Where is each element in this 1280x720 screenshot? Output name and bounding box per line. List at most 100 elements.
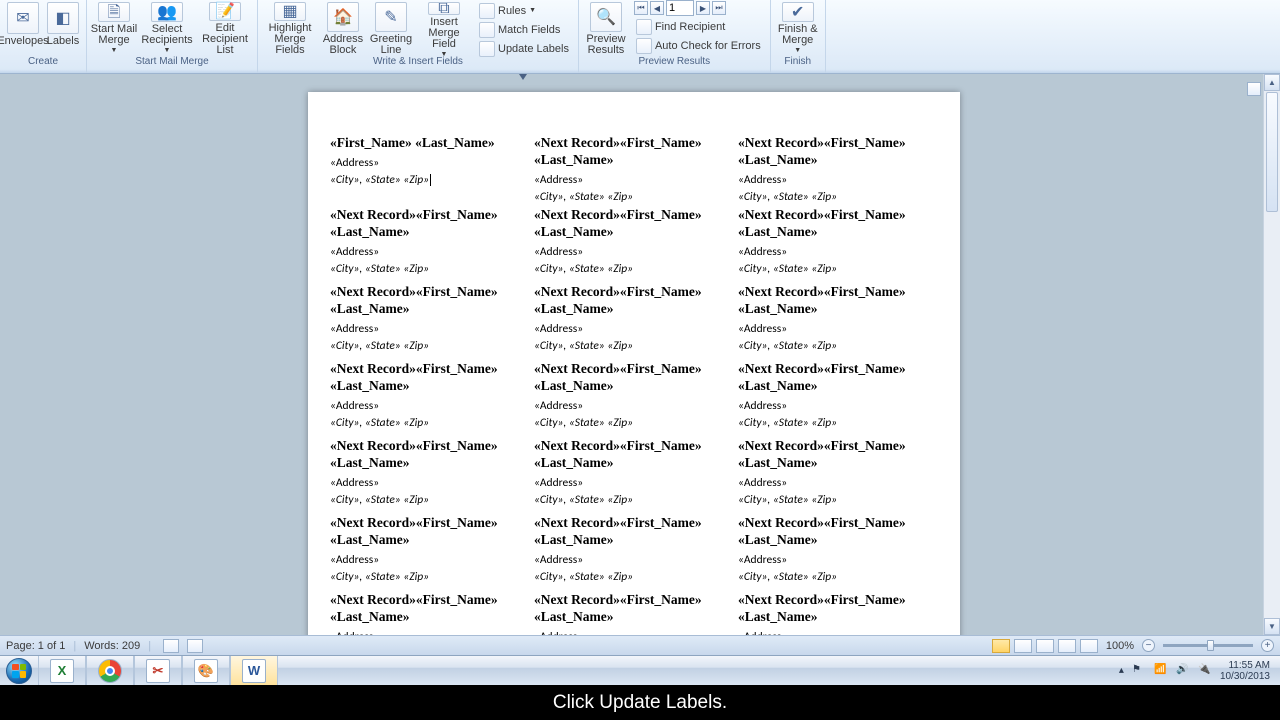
macro-icon[interactable]	[187, 639, 203, 653]
scroll-up-button[interactable]: ▲	[1264, 74, 1280, 91]
taskbar-snip[interactable]: ✂	[134, 656, 182, 686]
label-cell[interactable]: «Next Record»«First_Name» «Last_Name»«Ad…	[328, 283, 532, 360]
insert-field-icon: ⧉	[428, 2, 460, 15]
label-cell[interactable]: «Next Record»«First_Name» «Last_Name»«Ad…	[532, 591, 736, 635]
label-cell[interactable]: «Next Record»«First_Name» «Last_Name»«Ad…	[736, 206, 940, 283]
volume-icon[interactable]: 🔊	[1176, 664, 1190, 678]
label-cell[interactable]: «Next Record»«First_Name» «Last_Name»«Ad…	[532, 360, 736, 437]
find-icon	[636, 19, 652, 35]
label-cell[interactable]: «Next Record»«First_Name» «Last_Name»«Ad…	[328, 437, 532, 514]
zoom-slider[interactable]	[1163, 644, 1253, 647]
preview-results-button[interactable]: 🔍 Preview Results	[582, 0, 630, 56]
prev-record-button[interactable]: ◀	[650, 1, 664, 15]
labels-button[interactable]: ◧ Labels	[43, 0, 83, 56]
label-cell[interactable]: «Next Record»«First_Name» «Last_Name»«Ad…	[532, 437, 736, 514]
network-icon[interactable]: 📶	[1154, 664, 1168, 678]
outline-view-button[interactable]	[1058, 639, 1076, 653]
first-record-button[interactable]: ⏮	[634, 1, 648, 15]
finish-icon: ✔	[782, 2, 814, 22]
update-labels-button[interactable]: Update Labels	[477, 40, 571, 58]
label-cell[interactable]: «Next Record»«First_Name» «Last_Name»«Ad…	[532, 134, 736, 206]
label-cell[interactable]: «Next Record»«First_Name» «Last_Name»«Ad…	[532, 283, 736, 360]
draft-view-button[interactable]	[1080, 639, 1098, 653]
label-cell[interactable]: «Next Record»«First_Name» «Last_Name»«Ad…	[736, 437, 940, 514]
clock[interactable]: 11:55 AM 10/30/2013	[1220, 660, 1274, 682]
find-recipient-button[interactable]: Find Recipient	[634, 18, 763, 36]
power-icon[interactable]: 🔌	[1198, 664, 1212, 678]
labels-icon: ◧	[47, 2, 79, 34]
taskbar-word[interactable]: W	[230, 656, 278, 686]
zoom-out-button[interactable]: −	[1142, 639, 1155, 652]
label-cell[interactable]: «Next Record»«First_Name» «Last_Name»«Ad…	[328, 206, 532, 283]
match-fields-button[interactable]: Match Fields	[477, 21, 571, 39]
scroll-thumb[interactable]	[1266, 92, 1278, 212]
page-indicator[interactable]: Page: 1 of 1	[6, 640, 65, 652]
ribbon-group-preview: 🔍 Preview Results ⏮ ◀ ▶ ⏭ Find Recipient…	[579, 0, 771, 73]
address-block-button[interactable]: 🏠 Address Block	[319, 0, 367, 56]
mailmerge-icon: 🗎	[98, 2, 130, 22]
ruler-toggle-button[interactable]	[1247, 82, 1261, 96]
windows-taskbar: X ✂ 🎨 W ▴ ⚑ 📶 🔊 🔌 11:55 AM 10/30/2013	[0, 655, 1280, 685]
vertical-scrollbar[interactable]: ▲ ▼	[1263, 74, 1280, 635]
ribbon-group-writeinsert: ▦ Highlight Merge Fields 🏠 Address Block…	[258, 0, 579, 73]
taskbar-paint[interactable]: 🎨	[182, 656, 230, 686]
highlight-merge-fields-button[interactable]: ▦ Highlight Merge Fields	[261, 0, 319, 56]
chrome-icon	[98, 659, 122, 683]
label-cell[interactable]: «First_Name» «Last_Name»«Address»«City»,…	[328, 134, 532, 206]
rules-button[interactable]: Rules ▼	[477, 2, 571, 20]
word-count[interactable]: Words: 209	[84, 640, 140, 652]
ribbon-group-startmailmerge: 🗎 Start Mail Merge ▼ 👥 Select Recipients…	[87, 0, 258, 73]
spellcheck-icon[interactable]	[163, 639, 179, 653]
document-page[interactable]: «First_Name» «Last_Name»«Address»«City»,…	[308, 92, 960, 635]
label-cell[interactable]: «Next Record»«First_Name» «Last_Name»«Ad…	[532, 206, 736, 283]
finish-merge-button[interactable]: ✔ Finish & Merge ▼	[774, 0, 822, 56]
show-hidden-icons-button[interactable]: ▴	[1119, 665, 1124, 676]
label-cell[interactable]: «Next Record»«First_Name» «Last_Name»«Ad…	[736, 360, 940, 437]
start-button[interactable]	[0, 656, 38, 686]
zoom-thumb[interactable]	[1207, 640, 1214, 651]
envelopes-button[interactable]: ✉ Envelopes	[3, 0, 43, 56]
match-icon	[479, 22, 495, 38]
chevron-down-icon: ▼	[794, 45, 801, 56]
start-mail-merge-button[interactable]: 🗎 Start Mail Merge ▼	[90, 0, 138, 56]
action-center-icon[interactable]: ⚑	[1132, 664, 1146, 678]
record-number-input[interactable]	[666, 0, 694, 16]
greeting-line-button[interactable]: ✎ Greeting Line	[367, 0, 415, 56]
label-cell[interactable]: «Next Record»«First_Name» «Last_Name»«Ad…	[736, 283, 940, 360]
label-cell[interactable]: «Next Record»«First_Name» «Last_Name»«Ad…	[328, 360, 532, 437]
recipients-icon: 👥	[151, 2, 183, 22]
zoom-level[interactable]: 100%	[1106, 640, 1134, 652]
group-label: Write & Insert Fields	[373, 56, 463, 70]
group-label: Preview Results	[638, 56, 710, 70]
fullscreen-view-button[interactable]	[1014, 639, 1032, 653]
excel-icon: X	[50, 659, 74, 683]
address-icon: 🏠	[327, 2, 359, 32]
insert-merge-field-button[interactable]: ⧉ Insert Merge Field ▼	[415, 0, 473, 56]
next-record-button[interactable]: ▶	[696, 1, 710, 15]
web-layout-view-button[interactable]	[1036, 639, 1054, 653]
label-cell[interactable]: «Next Record»«First_Name» «Last_Name»«Ad…	[328, 514, 532, 591]
zoom-in-button[interactable]: +	[1261, 639, 1274, 652]
status-bar: Page: 1 of 1 | Words: 209 | 100% − +	[0, 635, 1280, 655]
select-recipients-button[interactable]: 👥 Select Recipients ▼	[138, 0, 196, 56]
print-layout-view-button[interactable]	[992, 639, 1010, 653]
taskbar-excel[interactable]: X	[38, 656, 86, 686]
label-cell[interactable]: «Next Record»«First_Name» «Last_Name»«Ad…	[328, 591, 532, 635]
scroll-down-button[interactable]: ▼	[1264, 618, 1280, 635]
last-record-button[interactable]: ⏭	[712, 1, 726, 15]
windows-logo-icon	[6, 658, 32, 684]
preview-icon: 🔍	[590, 2, 622, 32]
group-label: Finish	[784, 56, 811, 70]
label-cell[interactable]: «Next Record»«First_Name» «Last_Name»«Ad…	[736, 591, 940, 635]
update-icon	[479, 41, 495, 57]
label-cell[interactable]: «Next Record»«First_Name» «Last_Name»«Ad…	[736, 514, 940, 591]
tutorial-caption: Click Update Labels.	[0, 685, 1280, 720]
taskbar-chrome[interactable]	[86, 656, 134, 686]
paint-icon: 🎨	[194, 659, 218, 683]
document-workspace: «First_Name» «Last_Name»«Address»«City»,…	[0, 74, 1280, 635]
auto-check-errors-button[interactable]: Auto Check for Errors	[634, 37, 763, 55]
label-cell[interactable]: «Next Record»«First_Name» «Last_Name»«Ad…	[532, 514, 736, 591]
label-cell[interactable]: «Next Record»«First_Name» «Last_Name»«Ad…	[736, 134, 940, 206]
ruler-indent-marker[interactable]	[519, 74, 527, 82]
edit-recipient-list-button[interactable]: 📝 Edit Recipient List	[196, 0, 254, 56]
